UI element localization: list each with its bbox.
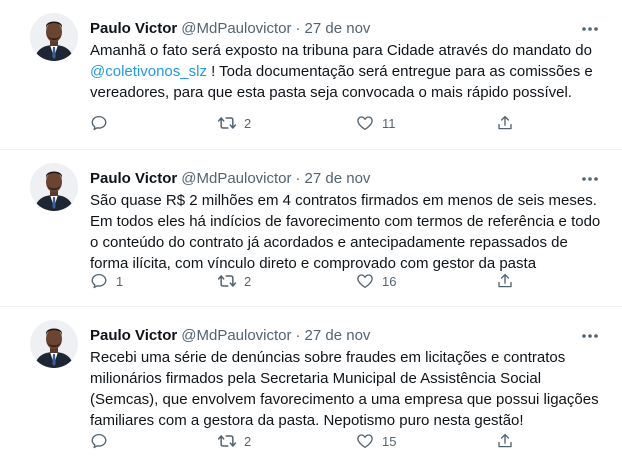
share-button[interactable] (488, 266, 522, 296)
tweet-date[interactable]: 27 de nov (305, 168, 371, 190)
reply-button[interactable] (82, 108, 130, 138)
like-count: 16 (382, 273, 397, 289)
separator-dot: · (295, 327, 301, 344)
retweet-arrows-icon (210, 266, 244, 296)
retweet-count: 2 (244, 273, 252, 289)
separator-dot: · (295, 170, 301, 187)
heart-icon (348, 108, 382, 138)
author-name[interactable]: Paulo Victor (90, 325, 177, 347)
tweet-header: Paulo Victor @MdPaulovictor · 27 de nov (90, 168, 370, 190)
more-horizontal-icon (582, 27, 598, 31)
author-handle[interactable]: @MdPaulovictor (181, 325, 291, 347)
avatar[interactable] (30, 320, 78, 368)
separator-dot: · (295, 20, 301, 37)
more-horizontal-icon (582, 334, 598, 338)
tweet-header: Paulo Victor @MdPaulovictor · 27 de nov (90, 18, 370, 40)
timeline: Paulo Victor @MdPaulovictor · 27 de nov … (0, 0, 622, 474)
more-options-button[interactable] (580, 327, 600, 345)
reply-bubble-icon (82, 108, 116, 138)
tweet-actions: 2 15 (82, 426, 522, 456)
like-button[interactable]: 11 (348, 108, 396, 138)
tweet-date[interactable]: 27 de nov (305, 18, 371, 40)
retweet-button[interactable]: 2 (210, 266, 258, 296)
tweet[interactable]: Paulo Victor @MdPaulovictor · 27 de nov … (0, 307, 622, 474)
reply-bubble-icon (82, 426, 116, 456)
share-button[interactable] (488, 108, 522, 138)
author-name[interactable]: Paulo Victor (90, 168, 177, 190)
share-upload-icon (488, 266, 522, 296)
like-button[interactable]: 16 (348, 266, 396, 296)
retweet-button[interactable]: 2 (210, 108, 258, 138)
retweet-count: 2 (244, 115, 252, 131)
retweet-arrows-icon (210, 108, 244, 138)
tweet-text-part: Amanhã o fato será exposto na tribuna pa… (90, 42, 592, 59)
avatar[interactable] (30, 13, 78, 61)
reply-count: 1 (116, 273, 124, 289)
reply-bubble-icon (82, 266, 116, 296)
heart-icon (348, 426, 382, 456)
tweet-text: São quase R$ 2 milhões em 4 contratos fi… (90, 192, 601, 272)
like-count: 15 (382, 433, 397, 449)
tweet[interactable]: Paulo Victor @MdPaulovictor · 27 de nov … (0, 0, 622, 150)
like-count: 11 (382, 115, 396, 131)
retweet-button[interactable]: 2 (210, 426, 258, 456)
avatar[interactable] (30, 163, 78, 211)
share-button[interactable] (488, 426, 522, 456)
retweet-arrows-icon (210, 426, 244, 456)
more-options-button[interactable] (580, 20, 600, 38)
more-horizontal-icon (582, 177, 598, 181)
reply-button[interactable]: 1 (82, 266, 130, 296)
share-upload-icon (488, 426, 522, 456)
tweet-text: Recebi uma série de denúncias sobre frau… (90, 349, 599, 429)
retweet-count: 2 (244, 433, 252, 449)
author-name[interactable]: Paulo Victor (90, 18, 177, 40)
heart-icon (348, 266, 382, 296)
tweet[interactable]: Paulo Victor @MdPaulovictor · 27 de nov … (0, 150, 622, 307)
tweet-text: Amanhã o fato será exposto na tribuna pa… (90, 40, 605, 103)
tweet-header: Paulo Victor @MdPaulovictor · 27 de nov (90, 325, 370, 347)
more-options-button[interactable] (580, 170, 600, 188)
tweet-date[interactable]: 27 de nov (305, 325, 371, 347)
share-upload-icon (488, 108, 522, 138)
tweet-actions: 2 11 (82, 108, 522, 138)
reply-button[interactable] (82, 426, 130, 456)
author-handle[interactable]: @MdPaulovictor (181, 168, 291, 190)
mention-link[interactable]: @coletivonos_slz (90, 63, 207, 80)
author-handle[interactable]: @MdPaulovictor (181, 18, 291, 40)
like-button[interactable]: 15 (348, 426, 396, 456)
tweet-actions: 1 2 16 (82, 266, 522, 296)
